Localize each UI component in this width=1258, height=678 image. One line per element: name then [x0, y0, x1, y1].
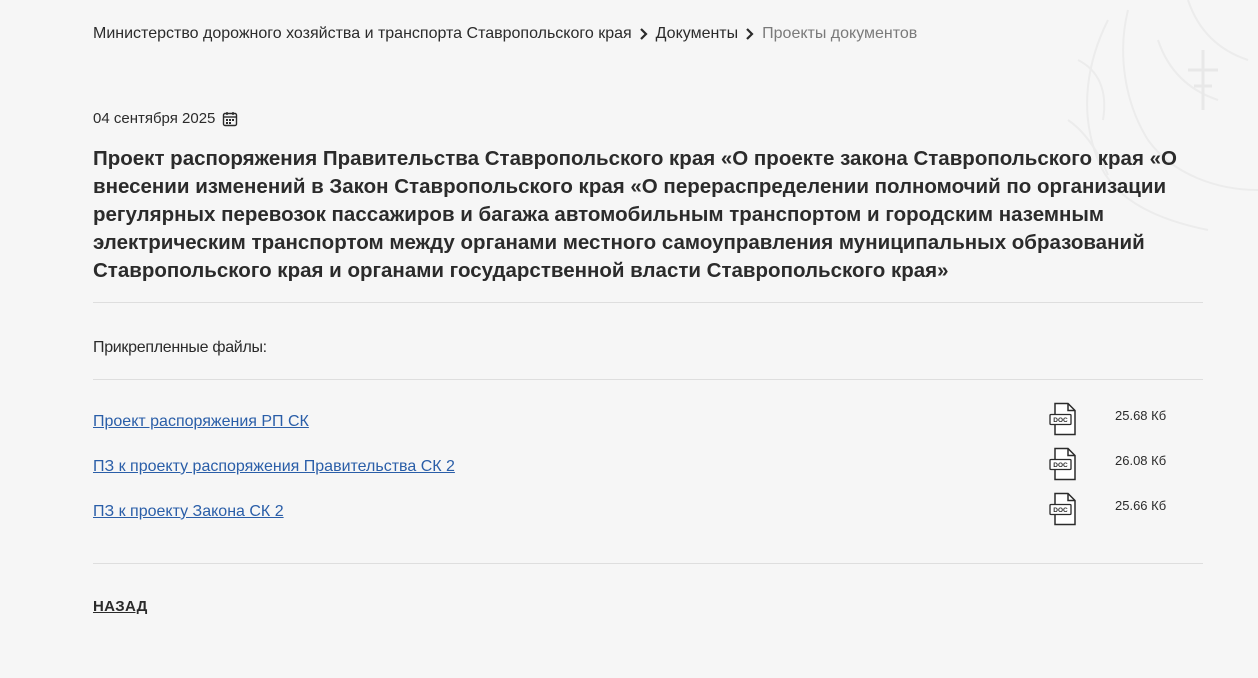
back-link[interactable]: НАЗАД [93, 597, 148, 617]
document-title: Проект распоряжения Правительства Ставро… [93, 147, 1177, 282]
attachments-label: Прикрепленные файлы: [93, 339, 267, 356]
file-size: 26.08 Кб [1115, 453, 1167, 468]
breadcrumb-item-current: Проекты документов [762, 25, 918, 42]
file-row: ПЗ к проекту распоряжения Правительства … [93, 447, 1203, 483]
doc-file-icon[interactable]: DOC [1048, 402, 1080, 436]
file-size: 25.68 Кб [1115, 408, 1167, 423]
file-size: 25.66 Кб [1115, 498, 1167, 513]
divider [93, 379, 1203, 380]
breadcrumb-item-documents[interactable]: Документы [656, 24, 738, 44]
doc-file-icon[interactable]: DOC [1048, 492, 1080, 526]
chevron-right-icon [639, 28, 648, 40]
file-link[interactable]: Проект распоряжения РП СК [93, 412, 309, 432]
file-link[interactable]: ПЗ к проекту распоряжения Правительства … [93, 457, 455, 477]
document-date-text: 04 сентября 2025 [93, 110, 216, 127]
doc-icon-label: DOC [1053, 462, 1068, 469]
document-date: 04 сентября 2025 [93, 109, 238, 129]
file-row: Проект распоряжения РП СК DOC 25.68 Кб [93, 402, 1203, 438]
breadcrumb: Министерство дорожного хозяйства и транс… [93, 24, 917, 44]
calendar-icon [223, 112, 238, 127]
breadcrumb-item-ministry[interactable]: Министерство дорожного хозяйства и транс… [93, 24, 632, 44]
file-link[interactable]: ПЗ к проекту Закона СК 2 [93, 502, 284, 522]
chevron-right-icon [746, 28, 754, 40]
doc-icon-label: DOC [1053, 507, 1068, 514]
file-row: ПЗ к проекту Закона СК 2 DOC 25.66 Кб [93, 492, 1203, 528]
doc-file-icon[interactable]: DOC [1048, 447, 1080, 481]
divider [93, 563, 1203, 564]
doc-icon-label: DOC [1053, 417, 1068, 424]
divider [93, 302, 1203, 303]
